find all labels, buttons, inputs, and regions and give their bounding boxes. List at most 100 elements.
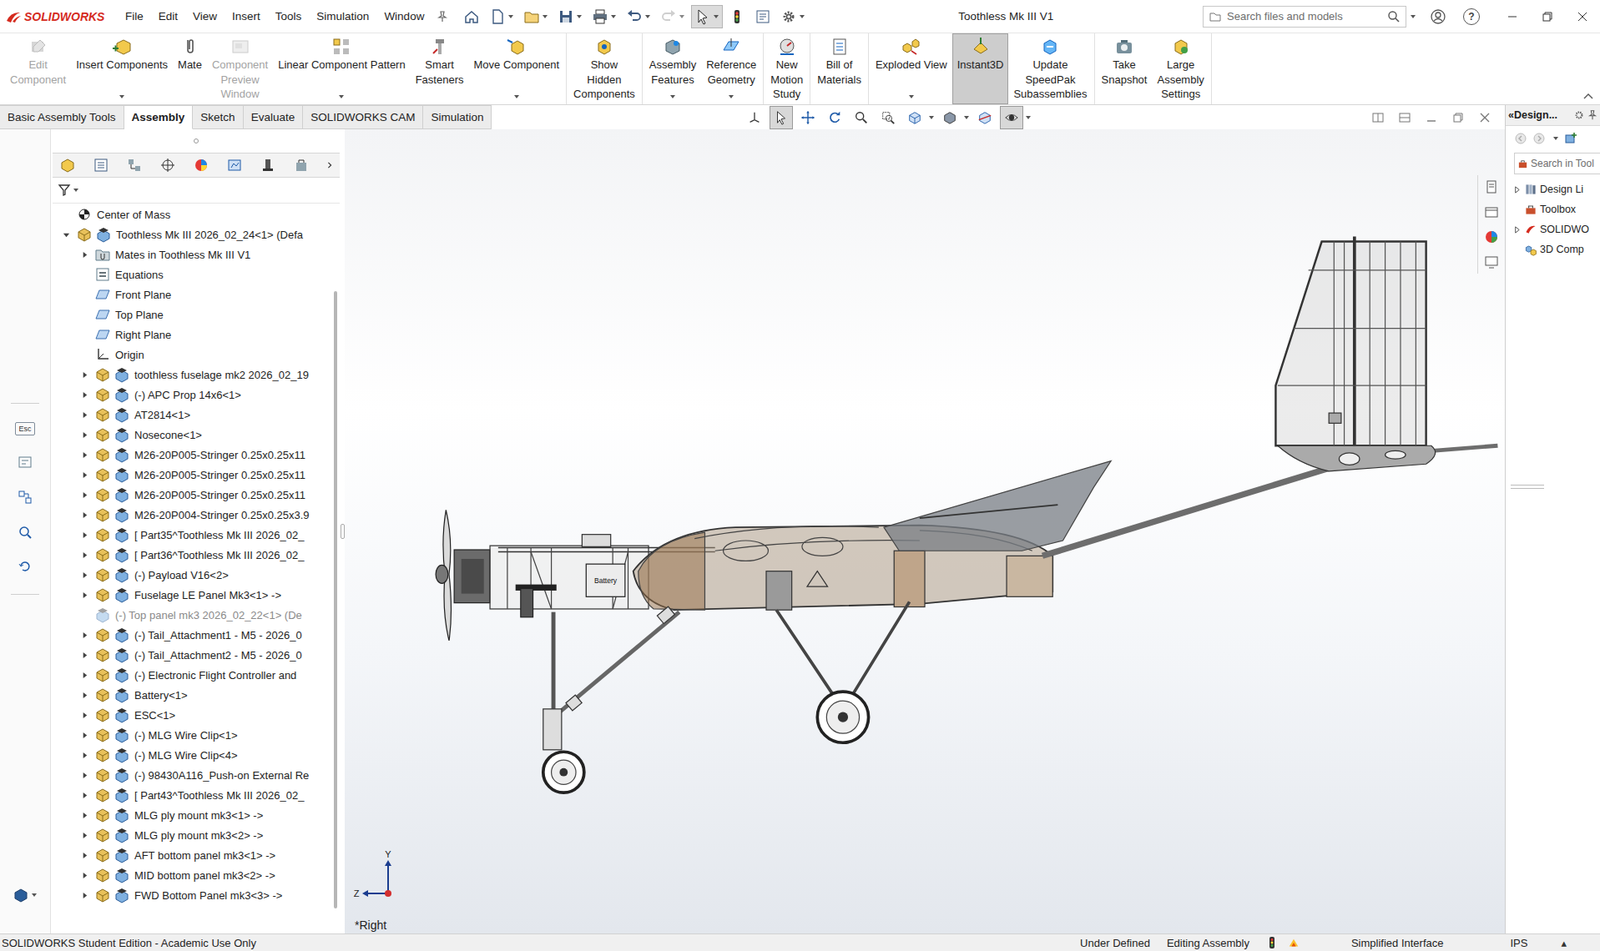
dropdown-caret-icon[interactable] [1024, 114, 1032, 122]
view-tool-button[interactable] [769, 105, 793, 130]
library-item[interactable]: SOLIDWO [1505, 219, 1600, 240]
command-tab[interactable]: Basic Assembly Tools [0, 105, 125, 130]
help-button[interactable]: ? [1463, 8, 1480, 26]
wing[interactable] [883, 461, 1111, 552]
dropdown-caret-icon[interactable] [507, 13, 515, 21]
manager-tab-icon[interactable] [126, 156, 143, 174]
search-dropdown-icon[interactable] [1409, 13, 1417, 21]
ribbon-button[interactable]: NewMotionStudy [765, 33, 808, 105]
expand-arrow-icon[interactable] [80, 571, 89, 580]
library-item[interactable]: Toolbox [1505, 199, 1600, 220]
viewport-window-icon[interactable] [1398, 111, 1412, 125]
expand-arrow-icon[interactable] [80, 411, 89, 419]
ribbon-button[interactable]: SmartFasteners [410, 33, 470, 105]
scroll-thumb[interactable] [333, 291, 338, 909]
expand-arrow-icon[interactable] [80, 671, 89, 680]
tree-row[interactable]: M26-20P005-Stringer 0.25x0.25x11 [52, 464, 332, 485]
ribbon-button[interactable]: UpdateSpeedPakSubassemblies [1008, 33, 1092, 105]
back-icon[interactable] [1514, 131, 1528, 146]
expand-arrow-icon[interactable] [80, 872, 89, 880]
manager-tab-icon[interactable] [192, 156, 210, 174]
view-tool-button[interactable] [973, 105, 997, 130]
pin-icon[interactable] [1587, 110, 1598, 121]
dropdown-caret-icon[interactable] [678, 13, 686, 21]
view-tool[interactable] [769, 105, 793, 130]
manager-tab-icon[interactable] [159, 156, 177, 174]
command-tab[interactable]: Simulation [423, 105, 492, 130]
tree-row[interactable]: ESC<1> [52, 705, 332, 726]
view-tool-button[interactable] [742, 105, 767, 130]
tree-scrollbar[interactable] [331, 203, 340, 934]
app-logo[interactable]: SOLIDWORKS [0, 10, 118, 24]
tree-row[interactable]: Center of Mass [52, 204, 332, 225]
dropdown-caret-icon[interactable] [727, 94, 735, 100]
toolbar-button[interactable] [459, 5, 484, 29]
tree-row[interactable]: MLG ply mount mk3<1> -> [52, 805, 332, 826]
ribbon-button[interactable]: LargeAssemblySettings [1151, 33, 1209, 105]
dropdown-caret-icon[interactable] [963, 114, 970, 122]
more-tabs-icon[interactable] [326, 160, 334, 171]
tree-row[interactable]: M26-20P005-Stringer 0.25x0.25x11 [52, 444, 332, 465]
expand-arrow-icon[interactable] [80, 852, 89, 860]
expand-arrow-icon[interactable] [80, 832, 89, 840]
expand-arrow-icon[interactable] [80, 752, 89, 760]
view-tool-button[interactable] [938, 105, 962, 130]
ribbon-button[interactable]: Exploded View [870, 33, 953, 105]
tree-row[interactable]: Battery<1> [52, 685, 332, 706]
display-pane-button[interactable] [12, 887, 38, 904]
view-tool[interactable] [999, 105, 1032, 130]
menu-item[interactable]: View [185, 6, 225, 26]
command-tab[interactable]: Sketch [192, 105, 243, 130]
command-tab[interactable]: SOLIDWORKS CAM [302, 105, 424, 130]
unit-system[interactable]: IPS [1510, 937, 1529, 950]
propeller[interactable] [435, 509, 451, 642]
dropdown-caret-icon[interactable] [712, 13, 720, 21]
task-pane-splitter[interactable] [1510, 484, 1545, 490]
expand-arrow-icon[interactable] [80, 792, 89, 800]
tree-filter[interactable] [52, 177, 340, 204]
pin-icon[interactable] [436, 10, 449, 23]
escape-button[interactable]: Esc [15, 422, 35, 436]
ribbon-button[interactable]: AssemblyFeatures [644, 33, 702, 105]
expand-arrow-icon[interactable] [80, 731, 89, 740]
expand-arrow-icon[interactable] [80, 711, 89, 720]
view-tool[interactable] [903, 105, 935, 130]
manager-tab-icon[interactable] [92, 156, 110, 174]
expand-arrow-icon[interactable] [80, 551, 89, 560]
view-tool-button[interactable] [822, 105, 847, 130]
dropdown-caret-icon[interactable] [513, 94, 520, 100]
expand-arrow-icon[interactable] [80, 691, 89, 700]
forward-icon[interactable] [1532, 131, 1546, 146]
view-tool[interactable] [822, 105, 847, 130]
ribbon-button[interactable]: Move Component [468, 33, 565, 105]
tree-row[interactable]: (-) Top panel mk3 2026_02_22<1> (De [52, 605, 332, 626]
view-tool-button[interactable] [849, 105, 874, 130]
ribbon-button[interactable]: EditComponent [5, 33, 71, 105]
ribbon-button[interactable]: TakeSnapshot [1096, 33, 1153, 105]
tree-row[interactable]: Toothless Mk III 2026_02_24<1> (Defa [52, 224, 332, 245]
tree-row[interactable]: AT2814<1> [52, 404, 332, 425]
strip-tool-icon[interactable] [16, 524, 34, 541]
collapse-ribbon-icon[interactable] [1583, 92, 1594, 100]
tree-row[interactable]: AFT bottom panel mk3<1> -> [52, 845, 332, 866]
view-tool[interactable] [796, 105, 820, 130]
toolbar-button[interactable] [691, 5, 723, 29]
menu-item[interactable]: Insert [224, 6, 268, 26]
expand-arrow-icon[interactable] [80, 892, 89, 900]
expand-arrow-icon[interactable] [80, 251, 89, 259]
strip-tool-icon[interactable] [16, 559, 34, 576]
expand-arrow-icon[interactable] [80, 812, 89, 820]
expand-arrow-icon[interactable] [80, 772, 89, 780]
restore-icon[interactable] [1529, 11, 1565, 22]
library-item[interactable]: 3D Comp [1505, 239, 1600, 260]
toolbar-button[interactable] [588, 5, 621, 29]
tree-row[interactable]: Mates in Toothless Mk III V1 [52, 244, 332, 265]
tree-row[interactable]: toothless fuselage mk2 2026_02_19 [52, 364, 332, 385]
tree-row[interactable]: Right Plane [52, 324, 332, 345]
ribbon-button[interactable]: ShowHiddenComponents [568, 33, 641, 105]
tree-row[interactable]: (-) Electronic Flight Controller and [52, 665, 332, 686]
expand-arrow-icon[interactable] [80, 391, 89, 399]
menu-item[interactable]: Tools [267, 6, 310, 26]
motor[interactable] [454, 550, 490, 604]
tree-row[interactable]: Nosecone<1> [52, 424, 332, 445]
